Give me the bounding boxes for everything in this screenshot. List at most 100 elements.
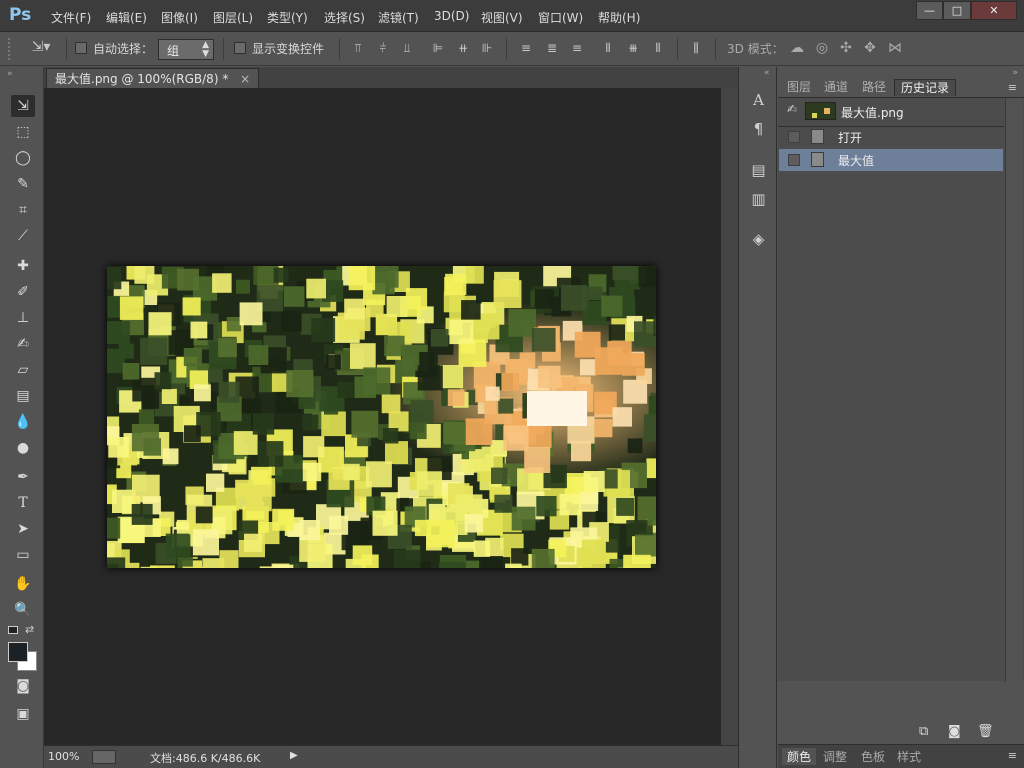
- menu-file[interactable]: 文件(F): [51, 9, 91, 26]
- properties-panel-icon[interactable]: ▥: [748, 189, 769, 210]
- canvas-area[interactable]: [44, 88, 721, 745]
- history-brush-tool-icon[interactable]: ✍: [11, 333, 35, 355]
- foreground-color-swatch[interactable]: [8, 642, 28, 662]
- clone-stamp-tool-icon[interactable]: ⊥: [11, 307, 35, 329]
- maximize-button[interactable]: □: [943, 1, 971, 20]
- collapse-toolbox-icon[interactable]: »: [7, 69, 13, 79]
- vertical-scrollbar[interactable]: [721, 88, 738, 745]
- pen-tool-icon[interactable]: ✒: [11, 466, 35, 488]
- eraser-tool-icon[interactable]: ▱: [11, 359, 35, 381]
- collapse-panel-icon[interactable]: »: [1012, 68, 1018, 78]
- document-tab-bar: 最大值.png @ 100%(RGB/8) * ×: [44, 67, 738, 88]
- history-item-maximum[interactable]: 最大值: [779, 149, 1003, 171]
- close-tab-icon[interactable]: ×: [240, 72, 250, 86]
- align-bottom-icon[interactable]: ⫫: [399, 41, 415, 56]
- align-left-icon[interactable]: ⊫: [430, 41, 446, 55]
- blur-tool-icon[interactable]: 💧: [11, 411, 35, 433]
- tab-styles[interactable]: 样式: [897, 748, 921, 765]
- distribute-hcenter-icon[interactable]: ⧻: [625, 41, 641, 55]
- distribute-left-icon[interactable]: ⫴: [600, 41, 616, 56]
- brush-tool-icon[interactable]: ✐: [11, 281, 35, 303]
- 3d-drag-icon[interactable]: ✣: [837, 40, 855, 56]
- 3d-panel-icon[interactable]: ◈: [748, 229, 769, 250]
- lasso-tool-icon[interactable]: ◯: [11, 147, 35, 169]
- auto-select-checkbox[interactable]: [75, 42, 87, 54]
- quick-mask-icon[interactable]: ◙: [11, 675, 35, 697]
- swap-colors-icon[interactable]: ⇄: [25, 623, 34, 636]
- snapshot-row[interactable]: ✍ 最大值.png: [779, 99, 1003, 123]
- default-colors-icon[interactable]: [8, 626, 18, 634]
- path-select-tool-icon[interactable]: ➤: [11, 518, 35, 540]
- status-preview-icon[interactable]: [92, 750, 116, 764]
- hand-tool-icon[interactable]: ✋: [11, 573, 35, 595]
- status-menu-arrow-icon[interactable]: ▶: [290, 750, 298, 761]
- screen-mode-icon[interactable]: ▣: [11, 703, 35, 725]
- 3d-roll-icon[interactable]: ◎: [813, 40, 831, 56]
- paragraph-panel-icon[interactable]: ¶: [748, 119, 769, 140]
- rectangle-tool-icon[interactable]: ▭: [11, 544, 35, 566]
- menu-layer[interactable]: 图层(L): [213, 9, 253, 26]
- crop-tool-icon[interactable]: ⌗: [11, 199, 35, 221]
- tab-adjustments[interactable]: 调整: [823, 748, 847, 765]
- move-tool-preset-icon[interactable]: ⇲▾: [24, 39, 58, 55]
- menu-3d[interactable]: 3D(D): [434, 9, 469, 23]
- history-scrollbar[interactable]: [1005, 98, 1023, 682]
- 3d-rotate-icon[interactable]: ☁: [788, 40, 806, 56]
- menu-filter[interactable]: 滤镜(T): [378, 9, 419, 26]
- eyedropper-tool-icon[interactable]: ⟋: [11, 225, 35, 247]
- align-top-icon[interactable]: ⫪: [350, 41, 366, 56]
- zoom-tool-icon[interactable]: 🔍: [11, 599, 35, 621]
- tab-swatches[interactable]: 色板: [861, 748, 885, 765]
- document-tab[interactable]: 最大值.png @ 100%(RGB/8) * ×: [46, 68, 260, 88]
- menu-view[interactable]: 视图(V): [481, 9, 523, 26]
- history-brush-source-icon[interactable]: ✍: [787, 102, 797, 116]
- dodge-tool-icon[interactable]: ●: [11, 437, 35, 459]
- marquee-tool-icon[interactable]: ⬚: [11, 121, 35, 143]
- tab-color[interactable]: 颜色: [782, 748, 817, 765]
- align-vcenter-icon[interactable]: ⫩: [375, 41, 391, 56]
- document-image[interactable]: [107, 266, 656, 568]
- menu-window[interactable]: 窗口(W): [538, 9, 583, 26]
- 3d-slide-icon[interactable]: ✥: [861, 40, 879, 56]
- minimize-button[interactable]: —: [916, 1, 943, 20]
- distribute-right-icon[interactable]: ⫴: [650, 41, 666, 56]
- quick-select-tool-icon[interactable]: ✎: [11, 173, 35, 195]
- history-panel-icon[interactable]: ▤: [748, 160, 769, 181]
- tab-channels[interactable]: 通道: [824, 79, 848, 96]
- menu-image[interactable]: 图像(I): [161, 9, 198, 26]
- menu-type[interactable]: 类型(Y): [267, 9, 308, 26]
- align-hcenter-icon[interactable]: ⧺: [455, 41, 471, 55]
- history-checkbox[interactable]: [788, 131, 800, 143]
- type-tool-icon[interactable]: T: [11, 492, 35, 514]
- tab-history[interactable]: 历史记录: [894, 79, 957, 96]
- distribute-vcenter-icon[interactable]: ≣: [544, 41, 560, 55]
- history-item-open[interactable]: 打开: [779, 126, 1003, 148]
- expand-panels-icon[interactable]: «: [764, 68, 770, 78]
- new-document-from-state-icon[interactable]: ⧉: [919, 724, 928, 739]
- healing-brush-tool-icon[interactable]: ✚: [11, 255, 35, 277]
- auto-select-dropdown[interactable]: 组 ▲ ▼: [158, 39, 214, 60]
- divider: [506, 38, 507, 60]
- move-tool-icon[interactable]: ⇲: [11, 95, 35, 117]
- history-checkbox[interactable]: [788, 154, 800, 166]
- menu-help[interactable]: 帮助(H): [598, 9, 640, 26]
- new-snapshot-icon[interactable]: ◙: [948, 724, 961, 739]
- bottom-panel-menu-icon[interactable]: ≡: [1008, 749, 1017, 762]
- menu-edit[interactable]: 编辑(E): [106, 9, 147, 26]
- gradient-tool-icon[interactable]: ▤: [11, 385, 35, 407]
- tab-paths[interactable]: 路径: [862, 79, 886, 96]
- align-right-icon[interactable]: ⊪: [479, 41, 495, 55]
- delete-state-icon[interactable]: 🗑: [977, 724, 994, 739]
- history-item-label: 最大值: [838, 154, 875, 168]
- close-button[interactable]: ✕: [971, 1, 1017, 20]
- tab-layers[interactable]: 图层: [787, 79, 811, 96]
- show-transform-checkbox[interactable]: [234, 42, 246, 54]
- 3d-scale-icon[interactable]: ⋈: [885, 40, 905, 56]
- zoom-level[interactable]: 100%: [48, 750, 79, 763]
- panel-menu-icon[interactable]: ≡: [1008, 81, 1017, 94]
- character-panel-icon[interactable]: A: [748, 90, 769, 111]
- auto-align-icon[interactable]: ⫼: [688, 41, 704, 56]
- menu-select[interactable]: 选择(S): [324, 9, 365, 26]
- distribute-bottom-icon[interactable]: ≡: [569, 41, 585, 55]
- distribute-top-icon[interactable]: ≡: [518, 41, 534, 55]
